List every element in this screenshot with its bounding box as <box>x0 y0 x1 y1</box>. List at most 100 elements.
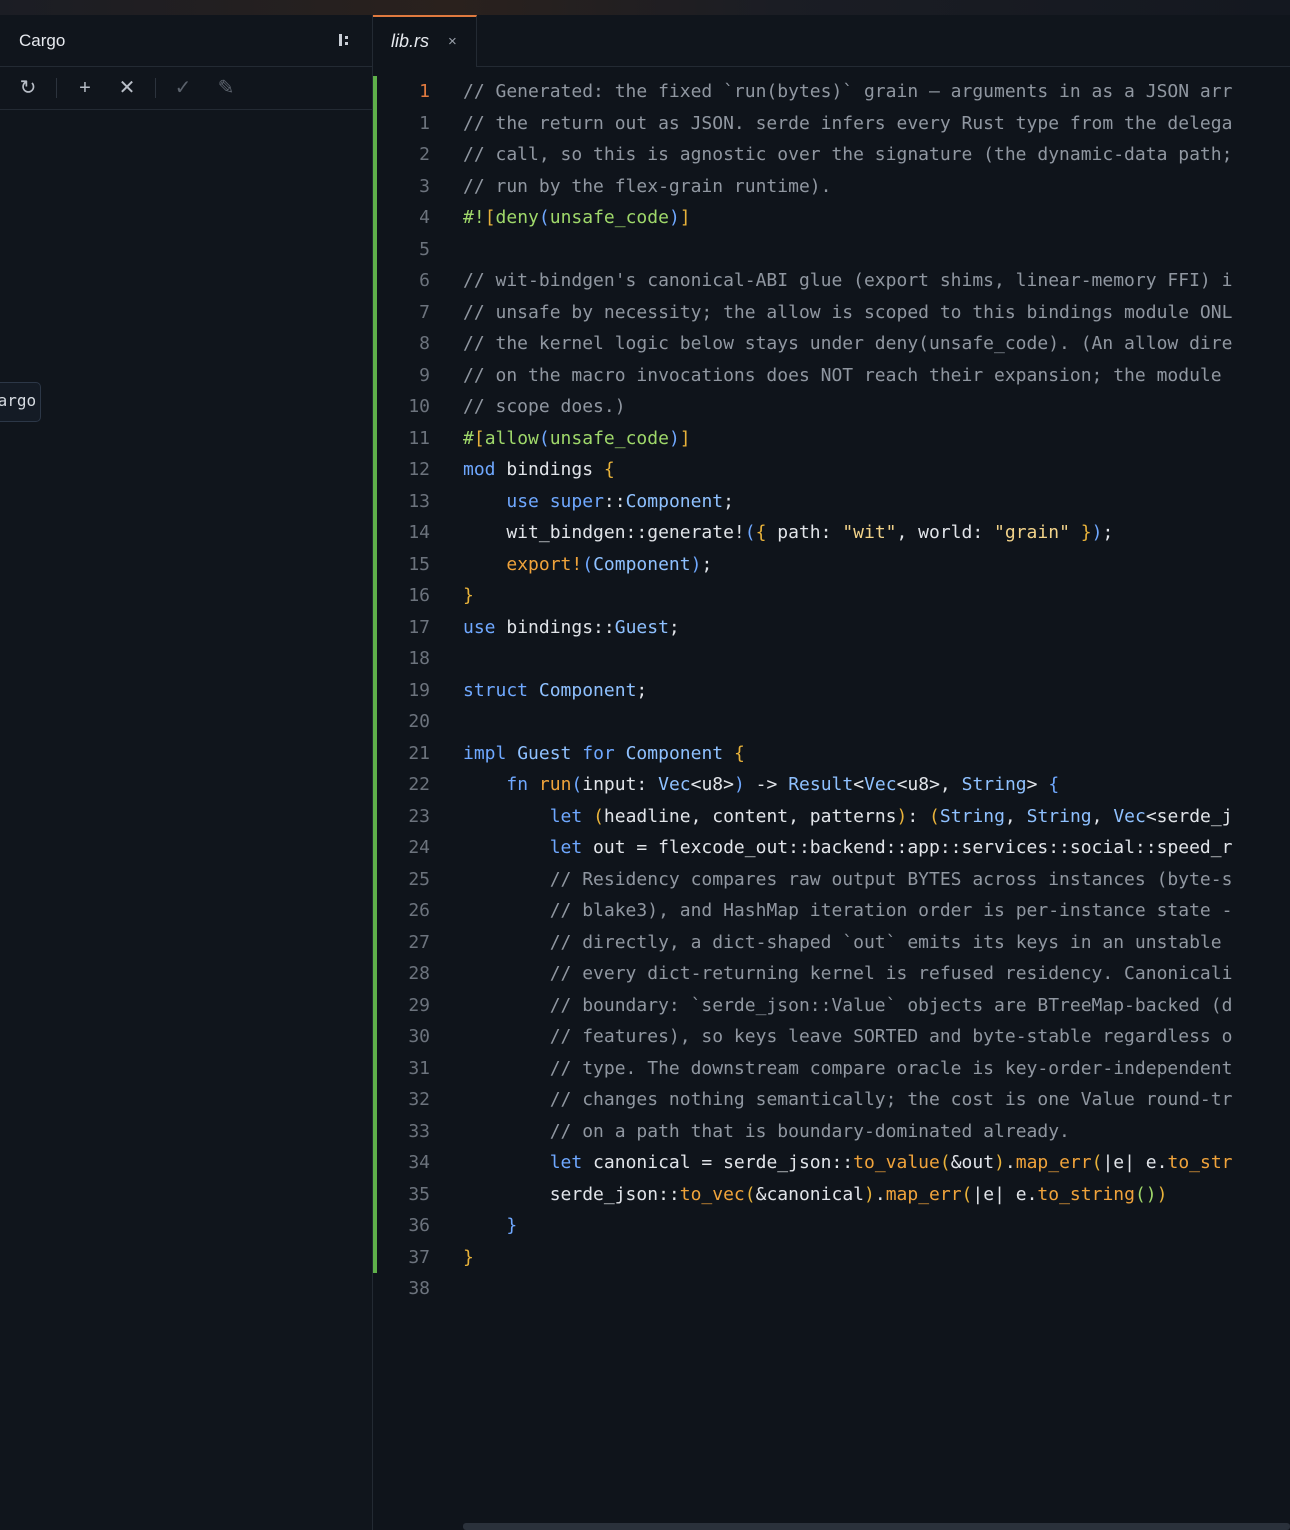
code-token: ( <box>939 1152 951 1173</box>
horizontal-scrollbar[interactable] <box>463 1523 1290 1530</box>
code-token: , <box>1091 805 1114 827</box>
code-token: #! <box>463 207 485 228</box>
code-text: } <box>463 1210 517 1242</box>
code-text: // call, so this is agnostic over the si… <box>463 139 1232 171</box>
code-text: fn run(input: Vec<u8>) -> Result<Vec<u8>… <box>463 769 1059 801</box>
line-number: 1 <box>419 81 430 102</box>
code-token: { <box>733 742 745 764</box>
code-token: |e| e. <box>1102 1152 1168 1173</box>
code-token: String <box>961 774 1027 795</box>
code-token: // every dict-returning kernel is refuse… <box>549 963 1233 984</box>
line-number: 29 <box>408 994 430 1016</box>
code-line: 12 mod bindings { <box>377 454 1290 486</box>
cargo-sidebar: Cargo ↻+✕✓✎ cmspoller-normalize-slug-gra… <box>0 15 373 1530</box>
code-text: mod bindings { <box>463 454 615 486</box>
code-token: run <box>538 774 572 795</box>
code-token: ( <box>929 805 940 827</box>
toolbar-separator <box>155 78 156 98</box>
code-token: :: <box>603 490 626 512</box>
code-token: ) <box>864 1183 875 1205</box>
sidebar-toolbar: ↻ + ✕ ✓ ✎ <box>0 67 372 110</box>
code-token: ( <box>744 522 756 543</box>
tab-label: lib.rs <box>391 31 430 51</box>
line-number: 38 <box>408 1278 430 1299</box>
code-line: 30 // features), so keys leave SORTED an… <box>377 1021 1290 1053</box>
code-token: Result <box>788 774 854 795</box>
code-token: to_value <box>853 1152 940 1173</box>
code-token: bindings <box>495 459 604 480</box>
code-token: # <box>463 427 474 449</box>
code-text: // wit-bindgen's canonical-ABI glue (exp… <box>463 265 1232 297</box>
code-token: Guest <box>517 742 572 764</box>
close-icon[interactable]: × <box>448 33 457 50</box>
code-token: // wit-bindgen's canonical-ABI glue (exp… <box>463 270 1233 291</box>
code-line: 19 struct Component; <box>377 675 1290 707</box>
tab-lib-rs[interactable]: lib.rs × <box>373 15 477 67</box>
code-line: 24 let out = flexcode_out::backend::app:… <box>377 832 1290 864</box>
refresh-icon[interactable]: ↻ <box>17 77 39 99</box>
code-line: 31 // type. The downstream compare oracl… <box>377 1053 1290 1085</box>
code-token: ( <box>538 207 550 228</box>
window-top-strip <box>0 0 1290 15</box>
code-editor[interactable]: 1 // Generated: the fixed `run(bytes)` gr… <box>377 76 1290 1516</box>
code-token: > <box>1026 774 1049 795</box>
code-token: bindings:: <box>495 616 615 638</box>
code-token: input: <box>582 774 659 795</box>
code-line: 14 wit_bindgen::generate!({ path: "wit",… <box>377 517 1290 549</box>
code-token: // run by the flex-grain runtime). <box>463 175 832 197</box>
code-token: ) <box>668 427 680 449</box>
code-token: let <box>549 1152 583 1173</box>
remove-icon[interactable]: ✕ <box>116 77 138 99</box>
code-line: 29 // boundary: `serde_json::Value` obje… <box>377 990 1290 1022</box>
code-token: ) <box>733 774 745 795</box>
panel-toggle-icon[interactable] <box>337 33 351 47</box>
code-token: ( <box>582 553 594 575</box>
line-number: 21 <box>408 742 430 764</box>
code-token: } <box>1080 522 1092 543</box>
code-token: } <box>506 1215 518 1236</box>
line-number: 7 <box>419 301 430 323</box>
line-number: 30 <box>408 1026 430 1047</box>
code-text: use bindings::Guest; <box>463 612 680 644</box>
add-icon[interactable]: + <box>74 77 96 99</box>
editor-tab-bar: lib.rs × <box>373 15 1290 67</box>
code-token: Vec <box>658 774 691 795</box>
code-text: // on a path that is boundary-dominated … <box>463 1116 1070 1148</box>
code-token: ( <box>538 427 550 449</box>
code-token: { <box>755 522 767 543</box>
brush-icon[interactable]: ✎ <box>215 77 237 99</box>
code-token: } <box>463 1246 474 1268</box>
code-line: 37} <box>377 1242 1290 1274</box>
line-number: 25 <box>408 868 430 890</box>
code-token: // on the macro invocations does NOT rea… <box>463 364 1233 386</box>
code-token: allow <box>484 427 539 449</box>
line-number: 19 <box>408 679 430 701</box>
code-token: export! <box>506 553 583 575</box>
code-token: ) <box>896 805 908 827</box>
code-token: ; <box>1102 522 1114 543</box>
code-line: 9 // on the macro invocations does NOT re… <box>377 360 1290 392</box>
line-number: 35 <box>408 1183 430 1205</box>
code-token: path: <box>766 522 843 543</box>
code-token: // changes nothing semantically; the cos… <box>549 1089 1233 1110</box>
code-token: out = flexcode_out::backend::app::servic… <box>582 837 1233 858</box>
code-line: 34 let canonical = serde_json::to_value(… <box>377 1147 1290 1179</box>
code-text: // on the macro invocations does NOT rea… <box>463 360 1232 392</box>
code-token: // boundary: `serde_json::Value` objects… <box>549 994 1233 1016</box>
line-number: 33 <box>408 1120 430 1142</box>
tooltip: Cargo <box>0 382 41 422</box>
line-number: 6 <box>419 270 430 291</box>
check-icon[interactable]: ✓ <box>172 77 194 99</box>
code-token: Vec <box>1113 805 1146 827</box>
code-text: export!(Component); <box>463 549 712 581</box>
